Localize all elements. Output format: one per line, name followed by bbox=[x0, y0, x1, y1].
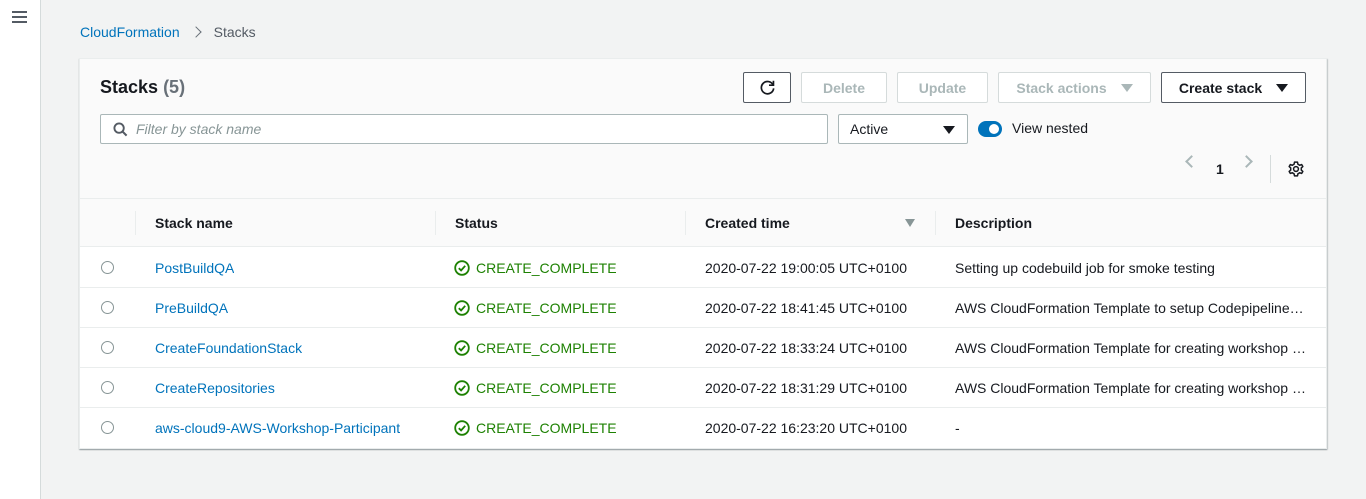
column-header-created-time[interactable]: Created time bbox=[705, 199, 790, 247]
stack-name-link[interactable]: PostBuildQA bbox=[155, 248, 410, 288]
pager-divider bbox=[1270, 155, 1271, 183]
table-row[interactable]: CreateRepositories CREATE_COMPLETE 2020-… bbox=[80, 368, 1326, 408]
table-row[interactable]: PreBuildQA CREATE_COMPLETE 2020-07-22 18… bbox=[80, 288, 1326, 328]
table-header: Stack name Status Created time Descripti… bbox=[80, 199, 1326, 247]
description-cell: Setting up codebuild job for smoke testi… bbox=[955, 248, 1307, 288]
stack-name-link[interactable]: aws-cloud9-AWS-Workshop-Participant bbox=[155, 408, 410, 448]
breadcrumb-current: Stacks bbox=[213, 24, 256, 40]
description-text: Setting up codebuild job for smoke testi… bbox=[955, 260, 1215, 276]
description-cell: AWS CloudFormation Template for creating… bbox=[955, 328, 1307, 368]
description-text: - bbox=[955, 420, 960, 436]
stack-actions-button[interactable]: Stack actions bbox=[998, 72, 1151, 103]
row-select-radio[interactable] bbox=[101, 421, 114, 434]
page-number[interactable]: 1 bbox=[1216, 161, 1224, 177]
description-cell: - bbox=[955, 408, 1307, 448]
caret-down-icon bbox=[1276, 83, 1289, 92]
search-field[interactable] bbox=[100, 114, 828, 144]
side-navigation-rail bbox=[0, 0, 41, 499]
check-circle-icon bbox=[454, 300, 470, 316]
created-time-cell: 2020-07-22 18:33:24 UTC+0100 bbox=[705, 340, 907, 356]
created-time-cell: 2020-07-22 18:41:45 UTC+0100 bbox=[705, 300, 907, 316]
search-icon bbox=[113, 121, 128, 136]
refresh-icon bbox=[760, 80, 775, 95]
toggle-knob bbox=[989, 124, 999, 134]
status-cell: CREATE_COMPLETE bbox=[454, 368, 684, 408]
chevron-right-icon bbox=[1240, 155, 1253, 168]
create-stack-button[interactable]: Create stack bbox=[1161, 72, 1306, 103]
status-filter-select[interactable]: Active bbox=[838, 114, 968, 144]
stack-name-text: CreateFoundationStack bbox=[155, 340, 303, 356]
column-header-status[interactable]: Status bbox=[455, 199, 498, 247]
status-text: CREATE_COMPLETE bbox=[476, 380, 617, 396]
status-text: CREATE_COMPLETE bbox=[476, 300, 617, 316]
refresh-button[interactable] bbox=[743, 72, 791, 103]
check-circle-icon bbox=[454, 380, 470, 396]
created-time-cell: 2020-07-22 18:31:29 UTC+0100 bbox=[705, 380, 907, 396]
gear-icon[interactable] bbox=[1287, 160, 1305, 178]
row-select-radio[interactable] bbox=[101, 301, 114, 314]
stack-name-link[interactable]: CreateRepositories bbox=[155, 368, 410, 408]
view-nested-toggle[interactable] bbox=[978, 121, 1002, 137]
status-cell: CREATE_COMPLETE bbox=[454, 248, 684, 288]
description-text: AWS CloudFormation Template for creating… bbox=[955, 380, 1307, 396]
status-cell: CREATE_COMPLETE bbox=[454, 408, 684, 448]
column-header-stack-name[interactable]: Stack name bbox=[155, 199, 233, 247]
stack-name-text: CreateRepositories bbox=[155, 380, 275, 396]
status-cell: CREATE_COMPLETE bbox=[454, 288, 684, 328]
description-cell: AWS CloudFormation Template for creating… bbox=[955, 368, 1307, 408]
stack-name-text: PostBuildQA bbox=[155, 260, 235, 276]
description-text: AWS CloudFormation Template for creating… bbox=[955, 340, 1307, 356]
title-text: Stacks bbox=[100, 77, 159, 97]
update-button[interactable]: Update bbox=[897, 72, 988, 103]
row-select-radio[interactable] bbox=[101, 261, 114, 274]
row-select-radio[interactable] bbox=[101, 341, 114, 354]
create-stack-label: Create stack bbox=[1178, 79, 1263, 96]
description-text: AWS CloudFormation Template to setup Cod… bbox=[955, 300, 1307, 316]
stack-name-text: PreBuildQA bbox=[155, 300, 229, 316]
chevron-right-icon bbox=[189, 26, 202, 38]
page-title: Stacks (5) bbox=[100, 77, 185, 98]
prev-page-button[interactable] bbox=[1185, 155, 1198, 168]
status-cell: CREATE_COMPLETE bbox=[454, 328, 684, 368]
breadcrumb-cloudformation-link[interactable]: CloudFormation bbox=[80, 24, 180, 40]
description-cell: AWS CloudFormation Template to setup Cod… bbox=[955, 288, 1307, 328]
created-time-cell: 2020-07-22 16:23:20 UTC+0100 bbox=[705, 420, 907, 436]
caret-down-icon bbox=[1120, 83, 1133, 92]
column-divider bbox=[135, 211, 136, 235]
panel-header: Stacks (5) Delete Update Stack actions C… bbox=[80, 59, 1326, 199]
view-nested-label: View nested bbox=[1012, 120, 1089, 136]
created-time-cell: 2020-07-22 19:00:05 UTC+0100 bbox=[705, 260, 907, 276]
chevron-left-icon bbox=[1185, 155, 1198, 168]
stack-actions-label: Stack actions bbox=[1016, 79, 1107, 96]
status-filter-value: Active bbox=[850, 121, 889, 137]
column-divider bbox=[685, 211, 686, 235]
table-row[interactable]: PostBuildQA CREATE_COMPLETE 2020-07-22 1… bbox=[80, 248, 1326, 288]
search-input[interactable] bbox=[136, 121, 816, 137]
stack-name-text: aws-cloud9-AWS-Workshop-Participant bbox=[155, 420, 401, 436]
caret-down-icon bbox=[943, 126, 955, 134]
stack-name-link[interactable]: CreateFoundationStack bbox=[155, 328, 410, 368]
table-row[interactable]: aws-cloud9-AWS-Workshop-Participant CREA… bbox=[80, 408, 1326, 448]
status-text: CREATE_COMPLETE bbox=[476, 340, 617, 356]
breadcrumb: CloudFormation Stacks bbox=[80, 24, 256, 40]
table-row[interactable]: CreateFoundationStack CREATE_COMPLETE 20… bbox=[80, 328, 1326, 368]
status-text: CREATE_COMPLETE bbox=[476, 260, 617, 276]
delete-button[interactable]: Delete bbox=[801, 72, 887, 103]
sort-descending-icon[interactable] bbox=[905, 219, 915, 227]
column-divider bbox=[435, 211, 436, 235]
hamburger-icon[interactable] bbox=[12, 11, 27, 24]
row-select-radio[interactable] bbox=[101, 381, 114, 394]
check-circle-icon bbox=[454, 340, 470, 356]
column-divider bbox=[935, 211, 936, 235]
status-text: CREATE_COMPLETE bbox=[476, 420, 617, 436]
check-circle-icon bbox=[454, 420, 470, 436]
stack-count: (5) bbox=[163, 77, 186, 97]
stacks-panel: Stacks (5) Delete Update Stack actions C… bbox=[79, 58, 1327, 449]
check-circle-icon bbox=[454, 260, 470, 276]
stack-name-link[interactable]: PreBuildQA bbox=[155, 288, 410, 328]
column-header-description[interactable]: Description bbox=[955, 199, 1032, 247]
next-page-button[interactable] bbox=[1240, 155, 1253, 168]
